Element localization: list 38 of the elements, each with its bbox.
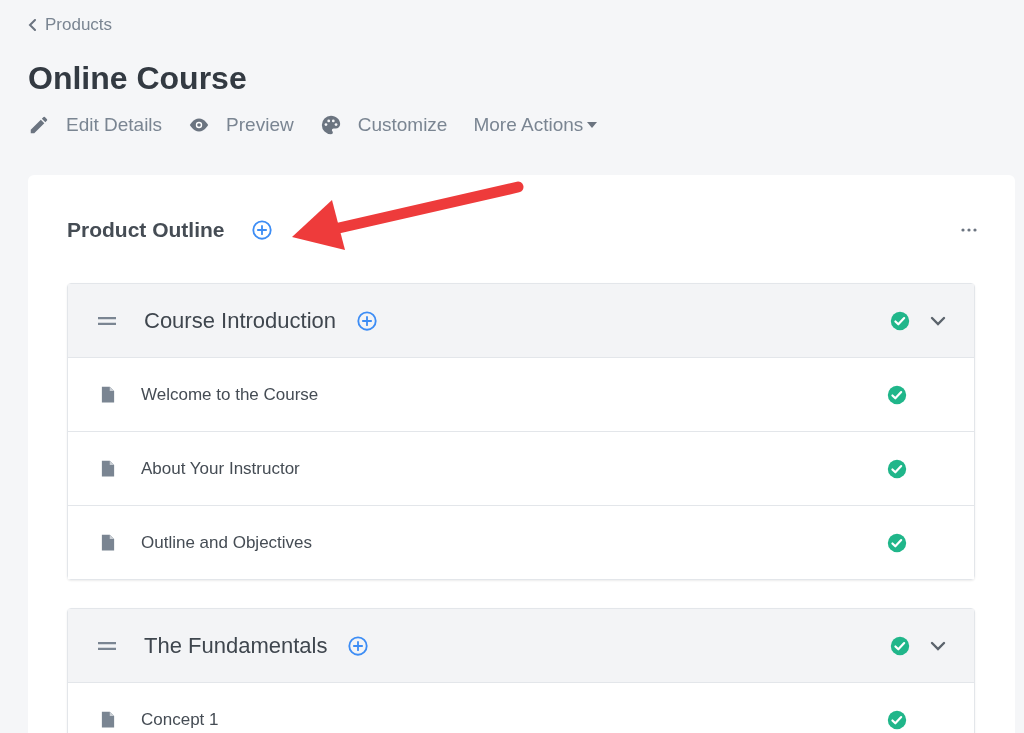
- section-header[interactable]: The Fundamentals: [68, 609, 974, 682]
- pencil-icon: [28, 114, 50, 136]
- add-button[interactable]: [250, 219, 273, 241]
- drag-handle-icon: [98, 316, 116, 325]
- more-options-button[interactable]: [960, 228, 978, 232]
- chevron-down-icon[interactable]: [930, 640, 946, 651]
- lesson-row[interactable]: About Your Instructor: [68, 431, 974, 505]
- checkmark-icon: [890, 310, 910, 331]
- section-header[interactable]: Course Introduction: [68, 284, 974, 357]
- more-actions-dropdown[interactable]: More Actions: [473, 110, 598, 140]
- palette-icon: [319, 114, 342, 136]
- lesson-title: About Your Instructor: [141, 457, 300, 480]
- lesson-row[interactable]: Welcome to the Course: [68, 357, 974, 431]
- lesson-row[interactable]: Concept 1: [68, 682, 974, 733]
- checkmark-icon: [887, 532, 907, 553]
- document-icon: [101, 460, 115, 477]
- document-icon: [101, 711, 115, 728]
- outline-title: Product Outline: [67, 217, 225, 244]
- checkmark-icon: [890, 635, 910, 656]
- page-title: Online Course: [28, 59, 248, 98]
- document-icon: [101, 534, 115, 551]
- section-title: The Fundamentals: [144, 632, 328, 660]
- lesson-row[interactable]: Outline and Objectives: [68, 505, 974, 579]
- lesson-title: Welcome to the Course: [141, 383, 319, 406]
- add-lesson-button[interactable]: [347, 634, 370, 657]
- section-title: Course Introduction: [144, 307, 336, 335]
- drag-handle-icon: [98, 641, 116, 650]
- lesson-title: Concept 1: [141, 708, 219, 731]
- checkmark-icon: [887, 709, 907, 730]
- breadcrumb-link[interactable]: Products: [28, 0, 113, 36]
- document-icon: [101, 386, 115, 403]
- chevron-left-icon: [28, 18, 37, 31]
- add-lesson-button[interactable]: [356, 309, 378, 332]
- chevron-down-icon[interactable]: [930, 315, 946, 326]
- checkmark-icon: [887, 458, 907, 479]
- caret-down-icon: [587, 122, 598, 128]
- checkmark-icon: [887, 384, 907, 405]
- lesson-title: Outline and Objectives: [141, 531, 313, 554]
